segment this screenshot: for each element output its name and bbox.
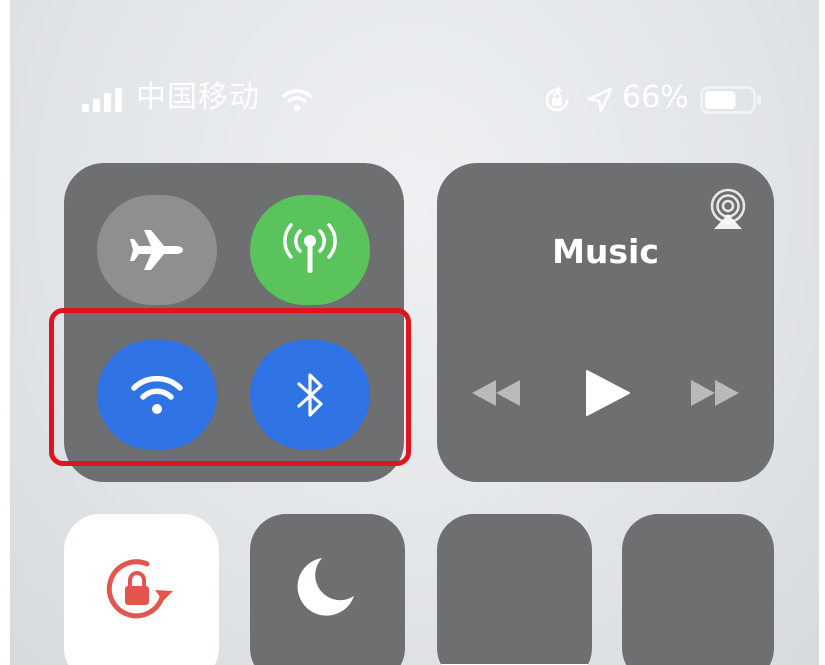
battery-level-fill [705, 91, 736, 109]
volume-slider[interactable] [622, 514, 774, 665]
music-title: Music [552, 232, 659, 271]
wifi-toggle[interactable] [97, 340, 217, 450]
status-bar: 中国移动 66% [0, 78, 825, 118]
orientation-lock-icon [545, 86, 569, 112]
previous-track-icon[interactable] [470, 378, 522, 408]
play-icon[interactable] [583, 368, 631, 418]
cellular-data-toggle[interactable] [250, 195, 370, 305]
carrier-name: 中国移动 [136, 80, 260, 115]
next-track-icon[interactable] [689, 378, 741, 408]
signal-bars-icon [82, 88, 122, 112]
airplane-icon [130, 230, 183, 270]
brightness-slider[interactable] [437, 514, 592, 665]
location-arrow-icon [587, 87, 613, 113]
orientation-lock-icon [106, 559, 173, 619]
antenna-icon [283, 223, 337, 273]
battery-icon [700, 86, 761, 114]
airplay-icon[interactable] [707, 188, 749, 230]
wifi-icon [131, 375, 183, 414]
wifi-icon [282, 89, 312, 112]
airplane-mode-toggle[interactable] [97, 195, 217, 305]
moon-icon [297, 558, 354, 616]
bluetooth-icon [297, 373, 323, 417]
battery-percentage: 66% [622, 80, 689, 115]
bluetooth-toggle[interactable] [250, 340, 370, 450]
